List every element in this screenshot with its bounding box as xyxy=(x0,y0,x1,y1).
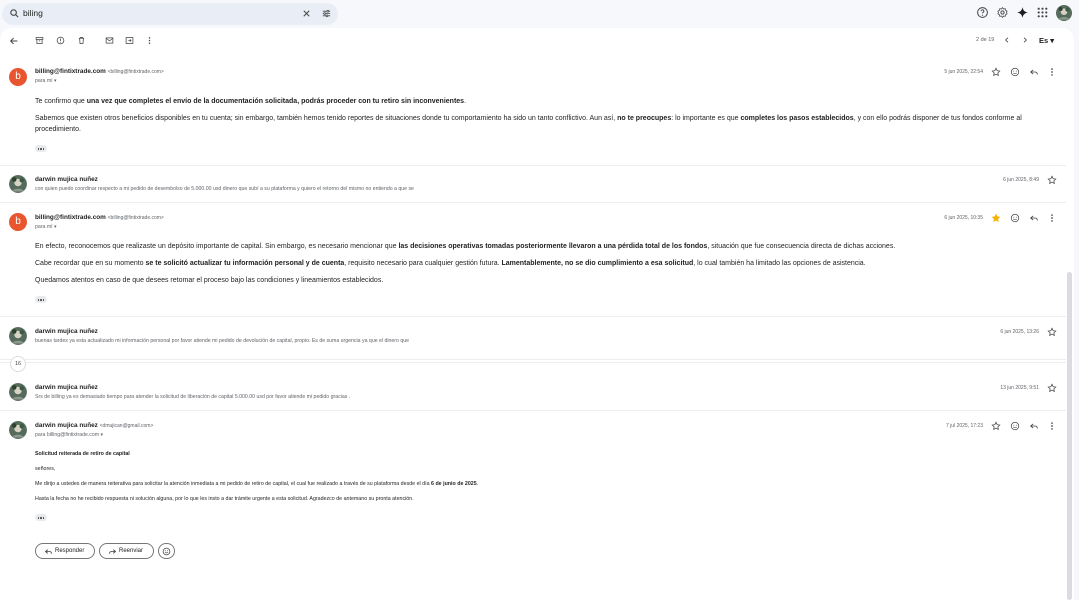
message-body: Solicitud reiterada de retiro de capital… xyxy=(35,450,1035,503)
collapsed-messages-count[interactable]: 16 xyxy=(10,356,26,372)
star-icon[interactable] xyxy=(1047,327,1057,337)
back-arrow-icon[interactable] xyxy=(9,36,19,46)
emoji-icon xyxy=(162,547,171,556)
sender-avatar xyxy=(9,175,27,193)
message-body: Te confirmo que una vez que completes el… xyxy=(35,96,1055,135)
message-paragraph: señores, xyxy=(35,466,56,472)
sender-avatar: b xyxy=(9,68,27,86)
message-paragraph: Sabemos que existen otros beneficios dis… xyxy=(35,115,1022,133)
older-chevron-icon[interactable] xyxy=(1021,36,1029,44)
sender-avatar xyxy=(9,327,27,345)
forward-label: Reenviar xyxy=(119,548,144,554)
reply-icon[interactable] xyxy=(1029,67,1039,77)
sender-name[interactable]: darwin mujica nuñez xyxy=(35,384,98,391)
message-sender[interactable]: billing@fintixtrade.com <billing@fintixt… xyxy=(35,214,164,221)
search-icon[interactable] xyxy=(9,8,20,19)
sender-name: billing@fintixtrade.com xyxy=(35,68,106,75)
emoji-reaction-button[interactable] xyxy=(158,543,175,559)
archive-icon[interactable] xyxy=(35,36,44,45)
star-icon[interactable] xyxy=(1047,383,1057,393)
clear-search-icon[interactable] xyxy=(301,8,312,19)
message-paragraph: Te confirmo que una vez que completes el… xyxy=(35,98,467,105)
mark-unread-icon[interactable] xyxy=(105,36,114,45)
emoji-react-icon[interactable] xyxy=(1010,213,1020,223)
message-date: 6 jun 2025, 8:49 xyxy=(1003,177,1039,183)
message-paragraph: En efecto, reconocemos que realizaste un… xyxy=(35,243,896,250)
delete-icon[interactable] xyxy=(77,36,86,45)
message-more-icon[interactable] xyxy=(1047,421,1057,431)
sender-name[interactable]: darwin mujica nuñez xyxy=(35,176,98,183)
message-snippet[interactable]: con quien puedo coordinar respecto a mi … xyxy=(35,186,414,192)
show-trimmed-content-button[interactable] xyxy=(35,145,47,152)
reply-icon[interactable] xyxy=(1029,421,1039,431)
message-snippet[interactable]: Srs de billing ya es demasiado tiempo pa… xyxy=(35,394,350,400)
message-sender[interactable]: billing@fintixtrade.com <billing@fintixt… xyxy=(35,68,164,75)
sender-name: billing@fintixtrade.com xyxy=(35,214,106,221)
reply-icon[interactable] xyxy=(1029,213,1039,223)
message-paragraph: Cabe recordar que en su momento se te so… xyxy=(35,260,866,267)
report-spam-icon[interactable] xyxy=(56,36,65,45)
move-to-icon[interactable] xyxy=(125,36,134,45)
sender-name[interactable]: darwin mujica nuñez xyxy=(35,328,98,335)
reply-button[interactable]: Responder xyxy=(35,543,95,559)
apps-grid-icon[interactable] xyxy=(1036,6,1049,19)
message-date: 6 jun 2025, 10:35 xyxy=(944,215,983,221)
more-options-icon[interactable] xyxy=(145,36,154,45)
message-date: 5 jun 2025, 22:54 xyxy=(944,69,983,75)
message-more-icon[interactable] xyxy=(1047,67,1057,77)
input-language-selector[interactable]: Es ▾ xyxy=(1039,36,1054,45)
message-panel: 2 de 19 Es ▾ b billing@fintixtrade.com <… xyxy=(0,28,1074,600)
sender-name: darwin mujica nuñez xyxy=(35,422,98,429)
message-date: 7 jul 2025, 17:23 xyxy=(946,423,983,429)
message-divider xyxy=(0,316,1066,317)
show-trimmed-content-button[interactable] xyxy=(35,296,47,303)
message-paragraph: Hasta la fecha no he recibido respuesta … xyxy=(35,496,414,502)
forward-button[interactable]: Reenviar xyxy=(99,543,154,559)
search-bar[interactable]: biling xyxy=(2,3,338,25)
message-date: 13 jun 2025, 9:51 xyxy=(1000,385,1039,391)
star-filled-icon[interactable] xyxy=(991,213,1001,223)
emoji-react-icon[interactable] xyxy=(1010,421,1020,431)
settings-icon[interactable] xyxy=(996,6,1009,19)
message-divider xyxy=(0,165,1066,166)
message-snippet[interactable]: buenas tardes ya esta actualizado mi inf… xyxy=(35,338,409,344)
recipient-line[interactable]: para billing@fintixtrade.com ▾ xyxy=(35,432,103,438)
star-icon[interactable] xyxy=(991,421,1001,431)
recipient-line[interactable]: para mí ▾ xyxy=(35,78,57,84)
message-sender[interactable]: darwin mujica nuñez <dmujican@gmail.com> xyxy=(35,422,153,429)
message-more-icon[interactable] xyxy=(1047,213,1057,223)
sender-avatar xyxy=(9,421,27,439)
message-divider xyxy=(0,410,1066,411)
show-trimmed-content-button[interactable] xyxy=(35,514,47,521)
sender-avatar: b xyxy=(9,213,27,231)
message-divider xyxy=(0,362,1066,363)
message-divider xyxy=(0,202,1066,203)
message-date: 6 jun 2025, 13:26 xyxy=(1000,329,1039,335)
gemini-sparkle-icon[interactable] xyxy=(1016,6,1029,19)
search-input[interactable]: biling xyxy=(23,8,43,18)
message-paragraph: Me dirijo a ustedes de manera reiterativ… xyxy=(35,481,479,487)
pager-text: 2 de 19 xyxy=(976,37,995,43)
message-body: En efecto, reconocemos que realizaste un… xyxy=(35,241,1055,286)
sender-email: <dmujican@gmail.com> xyxy=(99,423,154,429)
search-options-icon[interactable] xyxy=(321,8,332,19)
top-bar: biling xyxy=(0,0,1079,28)
newer-chevron-icon[interactable] xyxy=(1003,36,1011,44)
reply-icon xyxy=(44,547,53,556)
star-icon[interactable] xyxy=(1047,175,1057,185)
emoji-react-icon[interactable] xyxy=(1010,67,1020,77)
reply-label: Responder xyxy=(55,548,85,554)
message-paragraph: Quedamos atentos en caso de que desees r… xyxy=(35,277,384,284)
message-divider xyxy=(0,359,1066,360)
sender-email: <billing@fintixtrade.com> xyxy=(107,69,164,75)
sender-email: <billing@fintixtrade.com> xyxy=(107,215,164,221)
help-icon[interactable] xyxy=(976,6,989,19)
star-icon[interactable] xyxy=(991,67,1001,77)
recipient-line[interactable]: para mí ▾ xyxy=(35,224,57,230)
scrollbar[interactable] xyxy=(1067,272,1072,600)
forward-icon xyxy=(108,547,117,556)
account-avatar[interactable] xyxy=(1056,5,1072,21)
message-paragraph: Solicitud reiterada de retiro de capital xyxy=(35,451,130,457)
sender-avatar xyxy=(9,383,27,401)
